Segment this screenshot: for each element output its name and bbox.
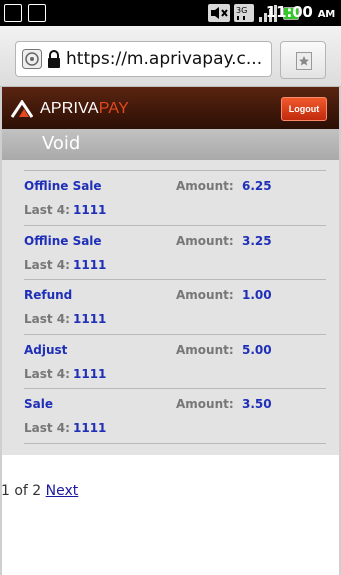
transaction-type-link[interactable]: Adjust	[24, 343, 67, 357]
globe-icon	[22, 49, 42, 69]
amount-label: Amount:	[176, 288, 234, 302]
last4-value: 1111	[73, 421, 107, 435]
apriva-logo-icon	[10, 99, 34, 118]
last4-value: 1111	[73, 203, 107, 217]
list-item[interactable]: Offline Sale Amount: 6.25 Last 4: 1111	[24, 170, 326, 226]
page-bottom-area	[2, 520, 339, 575]
page-counter: 1 of 2	[1, 483, 42, 499]
status-bar: 3G 11:00 AM	[0, 0, 341, 26]
amount-label: Amount:	[176, 233, 234, 248]
amount-value: 3.50	[242, 397, 272, 411]
last4-label: Last 4:	[24, 421, 70, 435]
last4-label: Last 4:	[24, 366, 70, 381]
transaction-type-link[interactable]: Offline Sale	[24, 179, 102, 193]
browser-url-bar: https://m.aprivapay.c...	[0, 26, 341, 87]
transaction-type-link[interactable]: Refund	[24, 288, 72, 302]
amount-label: Amount:	[176, 179, 234, 193]
amount-value: 5.00	[242, 342, 272, 357]
transaction-list-area: Offline Sale Amount: 6.25 Last 4: 1111 O…	[2, 160, 339, 455]
last4-label: Last 4:	[24, 257, 70, 272]
transaction-list: Offline Sale Amount: 6.25 Last 4: 1111 O…	[24, 170, 326, 444]
usb-icon	[4, 4, 22, 22]
brand-logo: APRIVAPAY	[40, 100, 129, 117]
amount-value: 6.25	[242, 179, 272, 193]
mute-icon	[208, 4, 230, 22]
list-item[interactable]: Refund Amount: 1.00 Last 4: 1111	[24, 280, 326, 335]
bookmark-star-icon	[296, 52, 312, 70]
3g-icon: 3G	[234, 4, 254, 22]
transaction-type-link[interactable]: Sale	[24, 397, 53, 411]
transaction-type-link[interactable]: Offline Sale	[24, 234, 102, 248]
list-item[interactable]: Adjust Amount: 5.00 Last 4: 1111	[24, 335, 326, 389]
page-title: Void	[42, 133, 81, 154]
list-item[interactable]: Offline Sale Amount: 3.25 Last 4: 1111	[24, 226, 326, 280]
last4-value: 1111	[73, 257, 107, 272]
svg-text:3G: 3G	[236, 6, 247, 15]
last4-value: 1111	[73, 366, 107, 381]
logout-button[interactable]: Logout	[281, 97, 327, 121]
page-title-bar: Void	[2, 129, 339, 160]
url-text: https://m.aprivapay.c...	[66, 49, 263, 69]
amount-label: Amount:	[176, 397, 234, 411]
last4-label: Last 4:	[24, 312, 70, 326]
lock-icon	[47, 50, 61, 69]
bookmark-button[interactable]	[280, 41, 326, 79]
last4-value: 1111	[73, 312, 107, 326]
android-icon	[28, 4, 46, 22]
amount-label: Amount:	[176, 342, 234, 357]
amount-value: 1.00	[242, 288, 272, 302]
amount-value: 3.25	[242, 233, 272, 248]
list-item[interactable]: Sale Amount: 3.50 Last 4: 1111	[24, 389, 326, 444]
next-page-link[interactable]: Next	[46, 483, 79, 499]
pagination: 1 of 2 Next	[1, 483, 78, 499]
clock: 11:00 AM	[265, 3, 335, 21]
last4-label: Last 4:	[24, 203, 70, 217]
url-field[interactable]: https://m.aprivapay.c...	[15, 41, 272, 77]
